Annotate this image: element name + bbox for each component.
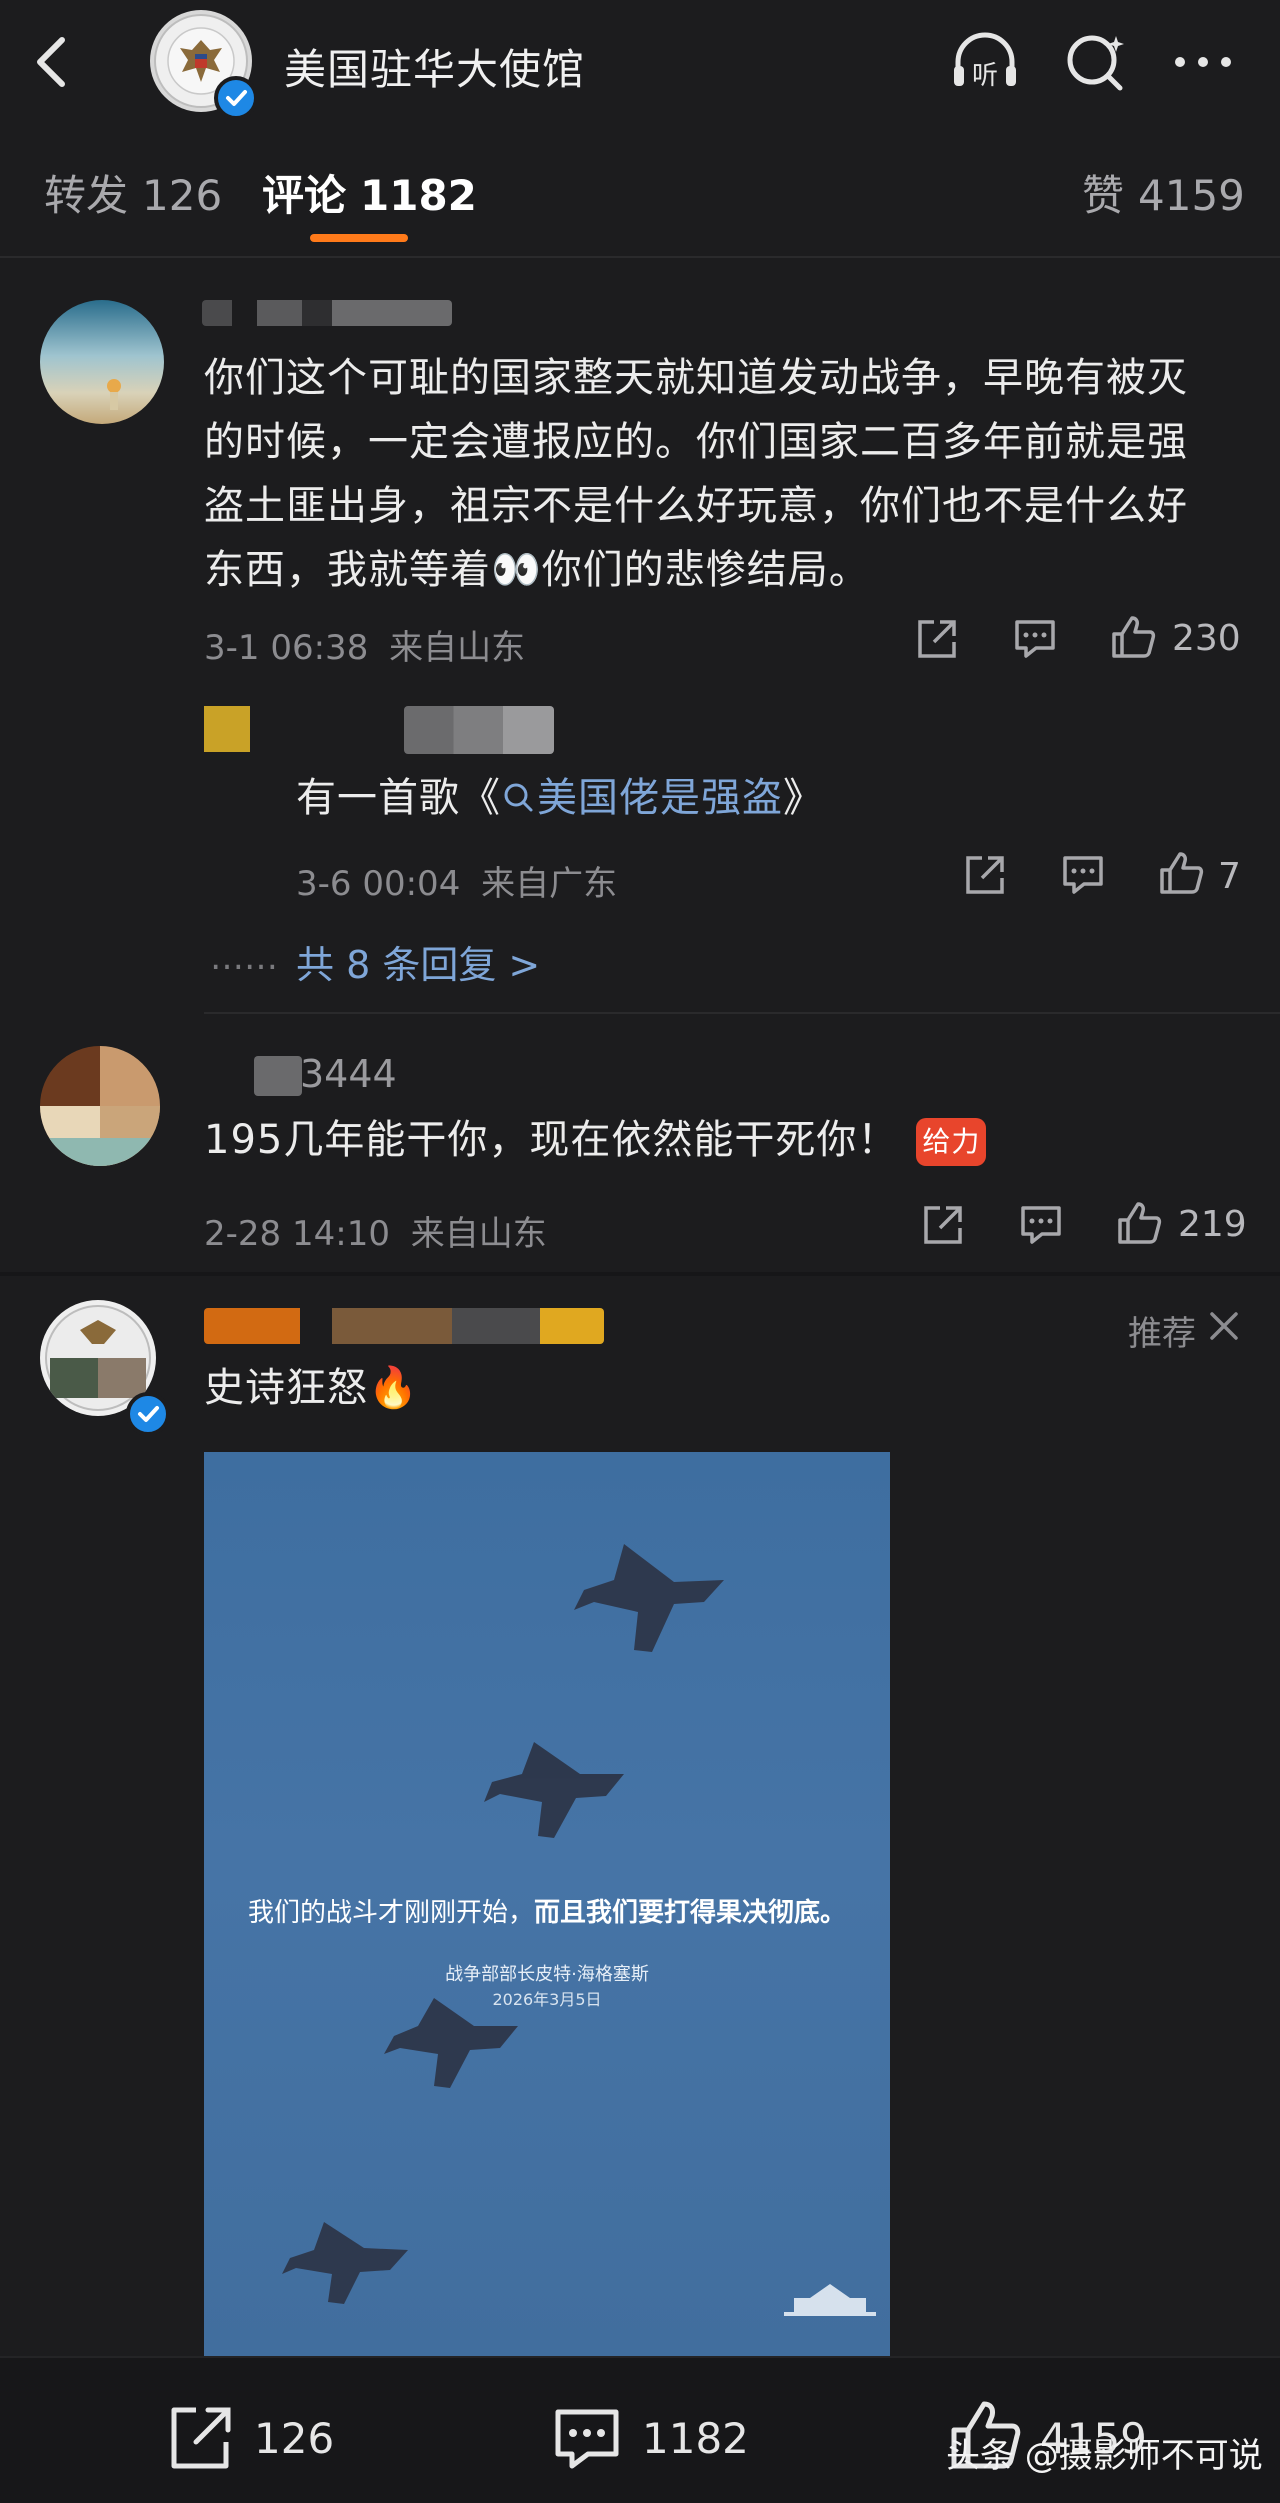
listen-icon[interactable]: 听 (950, 30, 1020, 94)
avatar[interactable] (40, 300, 164, 424)
reply-avatar[interactable] (204, 706, 250, 752)
like-icon[interactable] (1116, 1200, 1162, 1246)
comment-meta: 3-1 06:38 来自山东 (204, 620, 525, 669)
watermark: 头条 @摄影师不可说 (946, 2436, 1263, 2476)
reply-time: 3-6 00:04 (296, 864, 461, 904)
geili-sticker: 给力 (916, 1118, 987, 1166)
share-icon[interactable] (914, 616, 960, 662)
comment-time: 2-28 14:10 (204, 1214, 390, 1254)
like-icon[interactable] (1110, 614, 1156, 660)
comment-bar-icon[interactable] (550, 2402, 624, 2476)
account-name[interactable]: 美国驻华大使馆 (284, 36, 585, 97)
reply-share-icon[interactable] (962, 852, 1008, 898)
search-icon[interactable] (1062, 30, 1132, 94)
active-tab-indicator (310, 234, 408, 242)
more-icon[interactable] (1168, 30, 1238, 94)
username-redacted[interactable] (254, 1056, 302, 1096)
divider (204, 1012, 1280, 1014)
comment-text: 史诗狂怒🔥 (204, 1365, 419, 1411)
repost-icon[interactable] (164, 2402, 236, 2474)
listen-label: 听 (972, 61, 998, 91)
divider (0, 1272, 1280, 1276)
white-house-icon (784, 2284, 876, 2316)
tab-comments[interactable]: 评论 1182 (262, 162, 477, 223)
username-redacted[interactable] (202, 300, 452, 326)
comment-time: 3-1 06:38 (204, 628, 369, 668)
reply-like-icon[interactable] (1158, 850, 1204, 896)
post-image[interactable]: 我们的战斗才刚刚开始，而且我们要打得果决彻底。 战争部部长皮特·海格塞斯 202… (204, 1452, 890, 2356)
verified-badge-icon (214, 76, 258, 120)
reply-meta: 3-6 00:04 来自广东 (296, 856, 617, 905)
reply-username-redacted[interactable] (404, 706, 554, 754)
repost-count[interactable]: 126 (254, 2414, 334, 2463)
avatar[interactable] (40, 1046, 160, 1166)
comment-icon[interactable] (1012, 616, 1058, 662)
like-count: 230 (1172, 618, 1241, 659)
close-icon[interactable] (1206, 1308, 1242, 1344)
image-date: 2026年3月5日 (492, 1990, 602, 2009)
comment-meta: 2-28 14:10 来自山东 (204, 1206, 547, 1255)
search-link[interactable]: 美国佬是强盗 (501, 775, 783, 821)
reply-location: 来自广东 (481, 864, 618, 904)
verified-badge-icon (126, 1392, 170, 1436)
more-replies-link[interactable]: 共 8 条回复 > (296, 934, 540, 989)
reply-text: 有一首歌《 美国佬是强盗》 (296, 775, 824, 821)
username-redacted[interactable] (204, 1308, 604, 1344)
search-link-icon (504, 783, 533, 812)
share-icon[interactable] (920, 1202, 966, 1248)
comment-count[interactable]: 1182 (642, 2414, 749, 2463)
image-caption: 我们的战斗才刚刚开始，而且我们要打得果决彻底。 (247, 1898, 847, 1928)
comment-location: 来自山东 (410, 1214, 547, 1254)
username-fragment[interactable]: 3444 (300, 1052, 397, 1096)
reply-like-count: 7 (1218, 856, 1241, 897)
tab-likes[interactable]: 赞 4159 (1082, 162, 1245, 223)
comment-icon[interactable] (1018, 1202, 1064, 1248)
comment-text: 你们这个可耻的国家整天就知道发动战争，早晚有被灭的时候，一定会遭报应的。你们国家… (204, 355, 1188, 593)
like-count: 219 (1178, 1204, 1247, 1245)
tab-reposts[interactable]: 转发 126 (44, 162, 222, 223)
image-subtitle: 战争部部长皮特·海格塞斯 (445, 1964, 649, 1985)
back-icon[interactable] (28, 34, 76, 90)
comment-text: 195几年能干你，现在依然能干死你！ 给力 (204, 1108, 987, 1172)
recommend-label: 推荐 (1128, 1314, 1196, 1354)
comment-location: 来自山东 (389, 628, 526, 668)
more-replies-dots: …… (210, 938, 278, 978)
reply-comment-icon[interactable] (1060, 852, 1106, 898)
